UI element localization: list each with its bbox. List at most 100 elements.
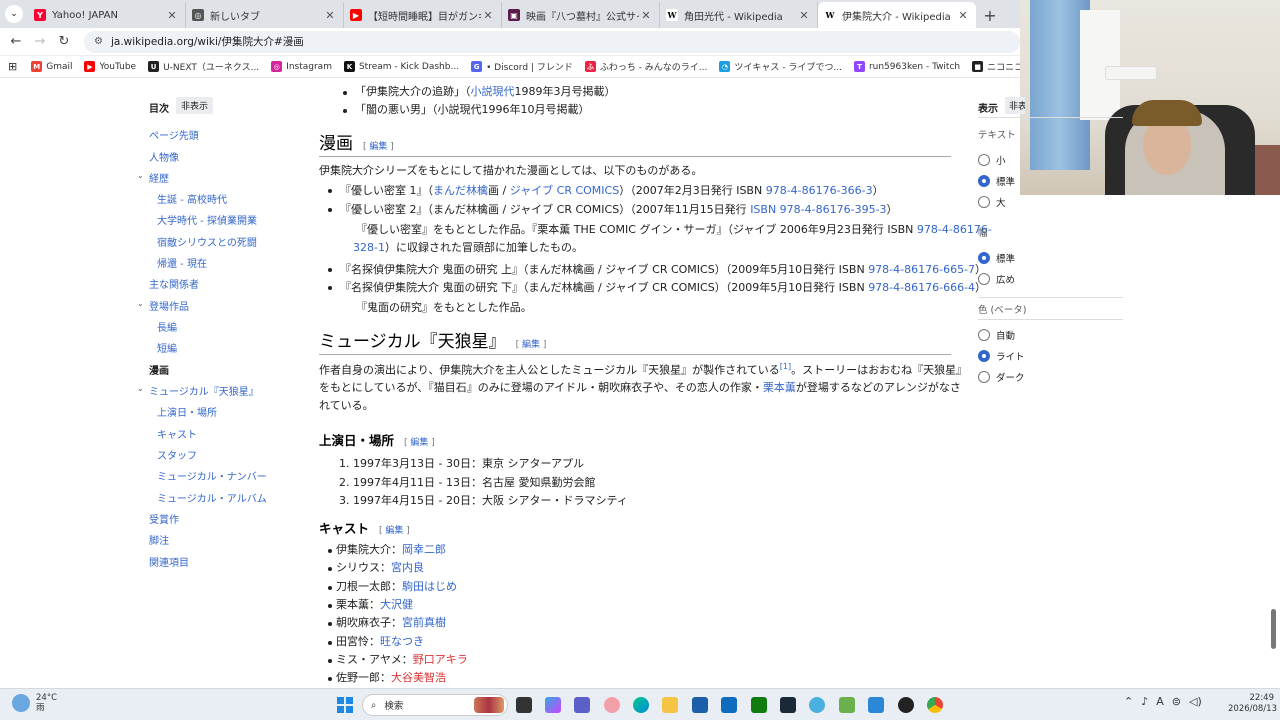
link[interactable]: まんだ林檎 <box>433 184 488 197</box>
file-explorer-icon[interactable] <box>662 697 678 713</box>
toc-item[interactable]: 上演日・場所 <box>157 404 217 419</box>
color-option[interactable]: 自動 <box>978 328 1015 342</box>
bookmark-item[interactable]: G • Discord | フレンド <box>471 60 573 73</box>
close-icon[interactable]: ✕ <box>481 9 495 22</box>
radio-icon[interactable] <box>978 371 990 383</box>
link[interactable]: 栗本薫 <box>763 381 796 394</box>
bookmark-item[interactable]: M Gmail <box>31 60 72 73</box>
edge-icon[interactable] <box>633 697 649 713</box>
url-field[interactable]: ⚙ ja.wikipedia.org/wiki/伊集院大介#漫画 <box>84 30 1020 53</box>
isbn-link[interactable]: 978-4-86176-666-4 <box>868 281 975 294</box>
app-icon[interactable] <box>868 697 884 713</box>
actor-link[interactable]: 宮前真樹 <box>402 616 446 629</box>
app-icon[interactable] <box>898 697 914 713</box>
link[interactable]: 小説現代 <box>471 85 515 98</box>
toc-item[interactable]: キャスト <box>157 426 197 441</box>
new-tab-button[interactable]: + <box>976 2 1004 28</box>
bookmark-item[interactable]: Trun5963ken - Twitch <box>853 60 960 73</box>
bookmark-item[interactable]: K Stream - Kick Dashb... <box>343 60 459 73</box>
radio-icon[interactable] <box>978 273 990 285</box>
ime-icon[interactable]: A <box>1156 695 1164 708</box>
chevron-down-icon[interactable]: ⌄ <box>137 384 144 393</box>
chevron-up-icon[interactable]: ⌃ <box>1124 695 1133 708</box>
actor-link[interactable]: 野口アキラ <box>413 653 468 666</box>
toc-item[interactable]: 長編 <box>157 319 177 334</box>
toc-item[interactable]: 主な関係者 <box>149 276 199 291</box>
isbn-link[interactable]: 328-1 <box>353 241 385 254</box>
close-icon[interactable]: ✕ <box>797 9 811 22</box>
site-info-icon[interactable]: ⚙ <box>94 36 103 47</box>
actor-link[interactable]: 岡幸二郎 <box>402 543 446 556</box>
chrome-icon[interactable] <box>927 697 943 713</box>
app-icon[interactable] <box>604 697 620 713</box>
radio-icon[interactable] <box>978 252 990 264</box>
radio-icon[interactable] <box>978 175 990 187</box>
toc-item[interactable]: スタッフ <box>157 447 197 462</box>
apps-icon[interactable]: ⊞ <box>8 60 17 73</box>
reference-link[interactable]: [1] <box>780 362 791 371</box>
app-icon[interactable] <box>839 697 855 713</box>
browser-tab[interactable]: Y Yahoo! JAPAN ✕ <box>28 2 186 28</box>
chevron-down-icon[interactable]: ⌄ <box>137 299 144 308</box>
toc-item[interactable]: 受賞作 <box>149 511 179 526</box>
close-icon[interactable]: ✕ <box>165 9 179 22</box>
toc-item[interactable]: ミュージカル・ナンバー <box>157 468 267 483</box>
toc-item[interactable]: ミュージカル『天狼星』 <box>149 383 259 398</box>
toc-item[interactable]: 大学時代 - 探偵業開業 <box>157 212 257 227</box>
browser-tab[interactable]: ▶ 【短時間睡眠】目がガンギマリのショ✕ <box>344 2 502 28</box>
outlook-icon[interactable] <box>721 697 737 713</box>
toc-item[interactable]: 短編 <box>157 340 177 355</box>
isbn-link[interactable]: 978-4-86176-665-7 <box>868 263 975 276</box>
tab-search-button[interactable]: ⌄ <box>0 0 28 28</box>
width-option[interactable]: 広め <box>978 272 1015 286</box>
teams-icon[interactable] <box>574 697 590 713</box>
color-option[interactable]: ダーク <box>978 370 1025 384</box>
browser-tab[interactable]: ◎ 新しいタブ ✕ <box>186 2 344 28</box>
bookmark-item[interactable]: ■ ニコニコ <box>972 60 1020 73</box>
clock[interactable]: 22:49 2026/08/13 <box>1228 693 1277 716</box>
taskbar-search[interactable]: ⌕ 検索 <box>362 694 508 716</box>
bookmark-item[interactable]: ふふわっち - みんなのライ... <box>584 60 707 73</box>
link[interactable]: ジャイブ CR COMICS <box>510 184 620 197</box>
edit-link[interactable]: [ 編集 ] <box>363 142 394 152</box>
appearance-hide-button[interactable]: 非表示 <box>1005 97 1025 114</box>
task-view-icon[interactable] <box>516 697 532 713</box>
edit-link[interactable]: [ 編集 ] <box>379 526 410 536</box>
weather-widget[interactable]: 24°C 雨 <box>12 693 57 713</box>
text-option[interactable]: 大 <box>978 195 1006 209</box>
actor-link[interactable]: 宮内良 <box>391 561 424 574</box>
browser-tab[interactable]: W 伊集院大介 - Wikipedia ✕ <box>818 2 976 28</box>
steam-icon[interactable] <box>780 697 796 713</box>
browser-tab[interactable]: ▣ 映画『八つ墓村』公式サイト｜9月✕ <box>502 2 660 28</box>
actor-link[interactable]: 大沢健 <box>380 598 413 611</box>
toc-item[interactable]: 漫画 <box>149 362 169 377</box>
volume-icon[interactable]: ◁) <box>1189 695 1202 708</box>
copilot-icon[interactable] <box>545 697 561 713</box>
bookmark-item[interactable]: ◔ ツイキャス - ライブでつ... <box>719 60 842 73</box>
bookmark-item[interactable]: U U-NEXT（ユーネクス... <box>148 60 259 73</box>
actor-link[interactable]: 旺なつき <box>380 635 424 648</box>
radio-icon[interactable] <box>978 350 990 362</box>
isbn-link[interactable]: 978-4-86176-366-3 <box>766 184 873 197</box>
xbox-icon[interactable] <box>751 697 767 713</box>
close-icon[interactable]: ✕ <box>639 9 653 22</box>
radio-icon[interactable] <box>978 154 990 166</box>
microphone-icon[interactable]: ♪ <box>1141 695 1148 708</box>
toc-item[interactable]: 宿敵シリウスとの死闘 <box>157 234 257 249</box>
close-icon[interactable]: ✕ <box>323 9 337 22</box>
edit-link[interactable]: [ 編集 ] <box>516 340 547 350</box>
edit-link[interactable]: [ 編集 ] <box>404 438 435 448</box>
browser-tab[interactable]: W 角田光代 - Wikipedia ✕ <box>660 2 818 28</box>
isbn-link[interactable]: ISBN 978-4-86176-395-3 <box>750 203 886 216</box>
text-option[interactable]: 小 <box>978 153 1006 167</box>
toc-item[interactable]: 脚注 <box>149 532 169 547</box>
toc-item[interactable]: ミュージカル・アルバム <box>157 490 267 505</box>
forward-button[interactable]: → <box>28 34 52 49</box>
width-option[interactable]: 標準 <box>978 251 1015 265</box>
radio-icon[interactable] <box>978 329 990 341</box>
toc-hide-button[interactable]: 非表示 <box>176 97 214 114</box>
toc-item[interactable]: 経歴 <box>149 170 169 185</box>
start-button[interactable] <box>337 697 353 713</box>
actor-link[interactable]: 駒田はじめ <box>402 580 457 593</box>
toc-item[interactable]: ページ先頭 <box>149 127 199 142</box>
